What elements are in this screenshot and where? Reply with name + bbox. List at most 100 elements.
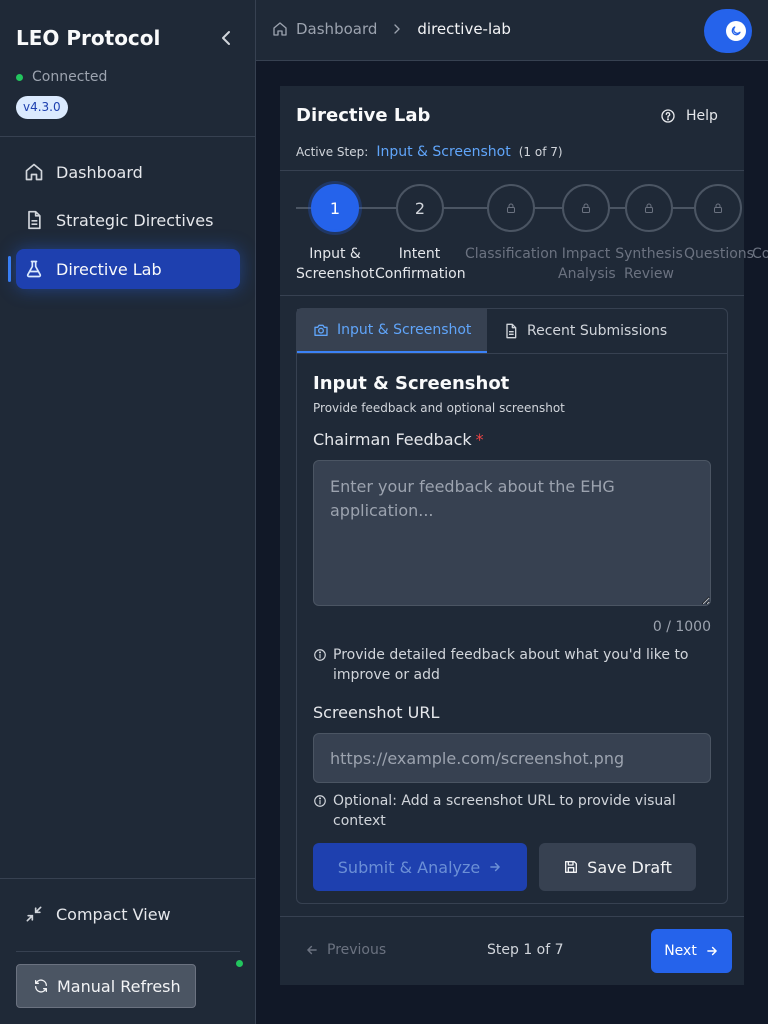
step-label-line: Questions [684, 246, 754, 262]
feedback-hint: Provide detailed feedback about what you… [313, 645, 713, 685]
refresh-icon [35, 979, 47, 993]
sidebar-item-strategic-directives[interactable]: Strategic Directives [16, 200, 240, 240]
step-5-circle [625, 184, 673, 232]
theme-toggle[interactable] [704, 9, 752, 53]
sidebar-divider [0, 878, 256, 879]
breadcrumb-current: directive-lab [417, 20, 511, 38]
step-5-label: Synthesis Review [614, 244, 684, 284]
tab-recent-submissions[interactable]: Recent Submissions [503, 309, 683, 353]
step-4-circle [562, 184, 610, 232]
submit-analyze-button[interactable]: Submit & Analyze [313, 843, 527, 891]
screenshot-hint-text: Optional: Add a screenshot URL to provid… [333, 793, 676, 829]
sidebar-item-dashboard[interactable]: Dashboard [16, 152, 240, 192]
compact-view-label: Compact View [56, 904, 171, 924]
sidebar-divider [0, 136, 256, 137]
save-icon [565, 861, 578, 873]
manual-refresh-button[interactable]: Manual Refresh [16, 964, 196, 1008]
feedback-label-text: Chairman Feedback [313, 430, 472, 449]
step-1-label: Input & Screenshot [296, 244, 374, 284]
arrow-left-icon [307, 945, 317, 955]
tab-input-screenshot[interactable]: Input & Screenshot [297, 309, 487, 353]
breadcrumb-dashboard-link[interactable]: Dashboard [296, 20, 377, 38]
screenshot-url-label: Screenshot URL [313, 703, 440, 722]
breadcrumb: Dashboard directive-lab [272, 20, 511, 38]
section-subtitle: Provide feedback and optional screenshot [313, 401, 565, 415]
top-header: Dashboard directive-lab [256, 0, 768, 61]
version-badge: v4.3.0 [16, 96, 68, 119]
step-7-label: Co [752, 244, 768, 264]
camera-icon [314, 324, 328, 336]
form-tabs: Input & Screenshot Recent Submissions [297, 309, 727, 354]
sidebar-item-label: Directive Lab [56, 259, 162, 279]
connection-status: Connected [16, 69, 107, 85]
home-icon [273, 22, 287, 36]
collapse-sidebar-button[interactable] [214, 26, 238, 50]
sidebar-item-label: Strategic Directives [56, 210, 214, 230]
step-label-line: Analysis [558, 266, 616, 282]
sidebar-item-directive-lab[interactable]: Directive Lab [16, 249, 240, 289]
step-label-line: Synthesis [615, 246, 683, 262]
card-divider [280, 170, 744, 171]
sidebar-divider [16, 951, 240, 952]
arrow-right-icon [490, 862, 501, 872]
lock-icon [645, 203, 653, 213]
next-button[interactable]: Next [651, 929, 732, 973]
moon-icon [731, 26, 741, 36]
save-draft-button[interactable]: Save Draft [539, 843, 696, 891]
section-title: Input & Screenshot [313, 373, 510, 394]
feedback-label: Chairman Feedback * [313, 430, 484, 449]
help-circle-icon [661, 109, 675, 123]
lock-icon [714, 203, 722, 213]
app-title: LEO Protocol [16, 26, 161, 50]
info-icon [314, 795, 326, 807]
refresh-status-dot-icon [236, 960, 243, 967]
active-nav-indicator [8, 256, 11, 282]
next-label: Next [664, 943, 697, 959]
step-label-line: Classification [465, 246, 558, 262]
status-dot-icon [16, 73, 23, 81]
flask-icon [26, 260, 42, 278]
step-2-circle[interactable]: 2 [396, 184, 444, 232]
sidebar-item-label: Dashboard [56, 162, 143, 182]
step-indicator: Step 1 of 7 [487, 942, 564, 958]
chevron-right-icon [394, 24, 401, 34]
tab-label: Input & Screenshot [337, 322, 472, 338]
minimize-arrows-icon [26, 906, 42, 922]
character-counter: 0 / 1000 [652, 619, 711, 635]
submit-label: Submit & Analyze [337, 857, 481, 877]
feedback-textarea[interactable] [313, 460, 711, 606]
active-step-count: (1 of 7) [518, 145, 563, 159]
step-label-line: Co [752, 246, 768, 262]
previous-button[interactable]: Previous [305, 942, 386, 958]
lock-icon [507, 203, 515, 213]
step-1-circle[interactable]: 1 [311, 184, 359, 232]
page-title: Directive Lab [296, 105, 431, 126]
lock-icon [582, 203, 590, 213]
step-2-label: Intent Confirmation [375, 244, 466, 284]
theme-knob [726, 21, 746, 41]
help-button[interactable]: Help [660, 108, 718, 124]
document-icon [506, 323, 517, 339]
save-draft-label: Save Draft [587, 857, 672, 877]
chevron-left-icon [222, 31, 230, 45]
step-label-line: Confirmation [375, 266, 466, 282]
step-3-label: Classification [465, 244, 558, 264]
step-6-label: Questions [684, 244, 754, 264]
compact-view-button[interactable]: Compact View [24, 904, 171, 924]
step-label-line: Impact [561, 246, 611, 262]
home-icon [25, 163, 43, 181]
info-icon [314, 649, 326, 661]
stepper-divider [280, 295, 744, 296]
step-label-line: Screenshot [296, 266, 375, 282]
active-step-link[interactable]: Input & Screenshot [376, 144, 510, 160]
step-3-circle [487, 184, 535, 232]
screenshot-url-input[interactable] [313, 733, 711, 783]
connection-status-label: Connected [32, 69, 108, 85]
tab-label: Recent Submissions [527, 323, 668, 339]
feedback-hint-text: Provide detailed feedback about what you… [333, 647, 689, 683]
document-icon [28, 210, 41, 230]
required-marker: * [475, 430, 484, 449]
help-label: Help [686, 108, 718, 124]
active-step-info: Active Step: Input & Screenshot (1 of 7) [296, 144, 563, 160]
screenshot-hint: Optional: Add a screenshot URL to provid… [313, 791, 713, 831]
